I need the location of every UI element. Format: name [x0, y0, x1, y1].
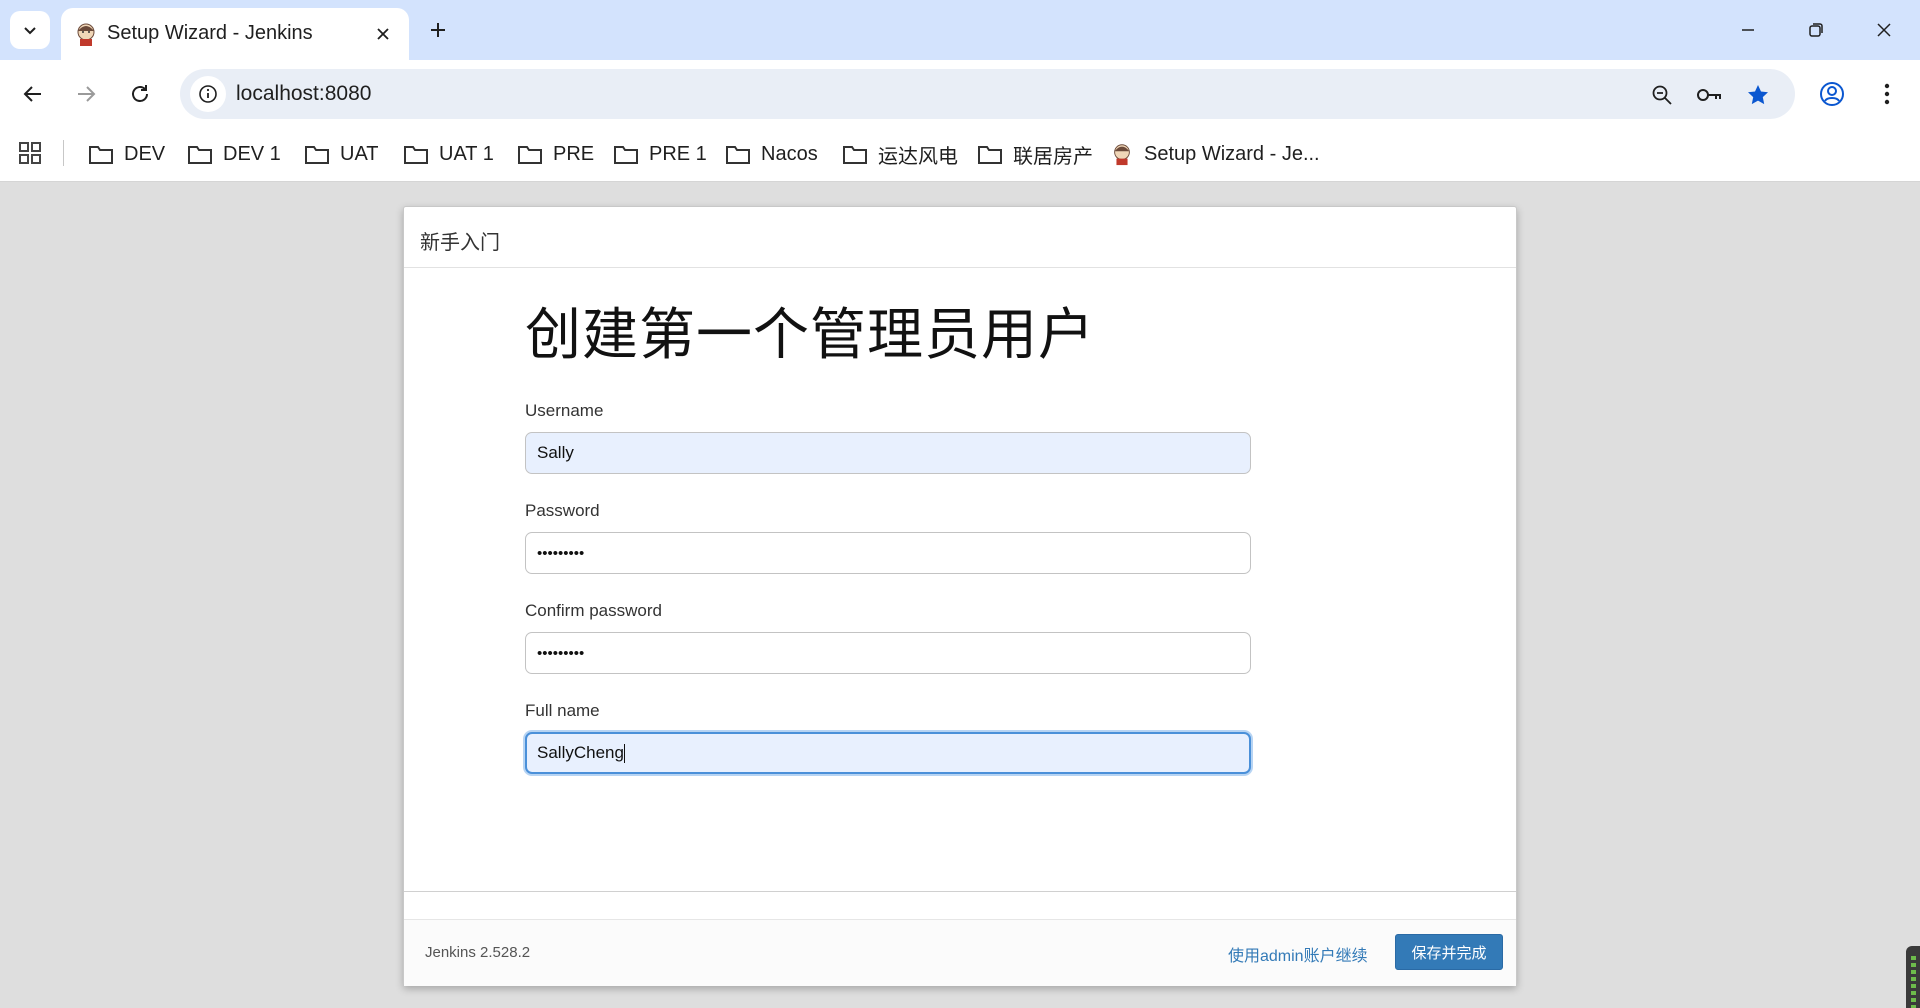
minimize-button[interactable] [1730, 14, 1766, 46]
password-field[interactable]: ••••••••• [525, 532, 1251, 574]
reload-icon [132, 85, 148, 102]
setup-wizard-dialog: 新手入门 创建第一个管理员用户 Username Sally Password … [403, 206, 1517, 986]
chevron-down-icon [24, 27, 36, 35]
text-cursor [623, 744, 625, 764]
password-manager-button[interactable] [1696, 81, 1724, 109]
full-name-value: SallyCheng [537, 743, 624, 762]
apps-grid-icon [19, 142, 41, 164]
arrow-left-icon [23, 86, 41, 102]
back-button[interactable] [15, 76, 51, 112]
folder-icon [305, 146, 329, 164]
bookmark-label: PRE [553, 142, 595, 165]
username-label: Username [525, 401, 604, 420]
bookmark-label: PRE 1 [649, 142, 707, 165]
bookmark-folder[interactable]: DEV [88, 138, 165, 170]
dialog-header: 新手入门 [404, 207, 1516, 268]
url-text: localhost:8080 [236, 82, 372, 105]
browser-toolbar: localhost:8080 [0, 60, 1920, 126]
jenkins-version: Jenkins 2.528.2 [425, 944, 531, 961]
window-close-button[interactable] [1866, 14, 1902, 46]
new-tab-button[interactable] [424, 16, 452, 44]
close-icon [1877, 23, 1891, 37]
confirm-password-value: ••••••••• [537, 645, 585, 662]
folder-icon [89, 146, 113, 164]
bookmark-folder[interactable]: Nacos [725, 138, 818, 170]
bookmark-folder[interactable]: DEV 1 [187, 138, 281, 170]
confirm-password-label: Confirm password [525, 601, 662, 620]
username-value: Sally [537, 443, 574, 462]
tab-title: Setup Wizard - Jenkins [107, 22, 313, 44]
key-icon [1697, 89, 1721, 101]
page-title: 创建第一个管理员用户 [525, 303, 1095, 366]
close-icon [377, 28, 389, 40]
bookmark-label: 运达风电 [878, 145, 958, 168]
folder-icon [518, 146, 542, 164]
apps-button[interactable] [16, 139, 44, 167]
bookmark-folder[interactable]: PRE [517, 138, 594, 170]
jenkins-icon [1114, 144, 1130, 166]
bookmark-folder[interactable]: 联居房产 [977, 138, 1093, 170]
folder-icon [188, 146, 212, 164]
arrow-right-icon [78, 86, 96, 102]
bookmarks-bar: DEV DEV 1 UAT UAT 1 PRE PRE 1 Nacos 运达风电… [0, 126, 1920, 182]
dialog-header-title: 新手入门 [420, 232, 500, 254]
zoom-button[interactable] [1648, 81, 1676, 109]
reload-button[interactable] [122, 76, 158, 112]
restore-button[interactable] [1798, 14, 1834, 46]
continue-as-admin-link[interactable]: 使用admin账户继续 [1228, 942, 1368, 966]
save-and-finish-button[interactable]: 保存并完成 [1395, 934, 1503, 970]
folder-icon [726, 146, 750, 164]
tab-strip: Setup Wizard - Jenkins [0, 0, 1920, 60]
bookmark-label: 联居房产 [1013, 145, 1093, 168]
account-circle-icon [1820, 82, 1844, 106]
folder-icon [404, 146, 428, 164]
username-field[interactable]: Sally [525, 432, 1251, 474]
bookmark-folder[interactable]: 运达风电 [842, 138, 958, 170]
star-icon [1748, 85, 1768, 105]
plus-icon [431, 23, 445, 37]
dialog-footer: Jenkins 2.528.2 使用admin账户继续 保存并完成 [404, 920, 1516, 986]
password-label: Password [525, 501, 600, 520]
site-info-button[interactable] [190, 76, 226, 112]
bookmark-label: UAT [340, 142, 379, 165]
active-tab[interactable]: Setup Wizard - Jenkins [61, 8, 409, 60]
more-vert-icon [1884, 83, 1890, 105]
password-value: ••••••••• [537, 545, 585, 562]
bookmark-folder[interactable]: UAT [304, 138, 379, 170]
bookmark-page[interactable]: Setup Wizard - Je... [1110, 138, 1320, 170]
bookmark-folder[interactable]: PRE 1 [613, 138, 707, 170]
zoom-out-icon [1652, 85, 1672, 105]
tab-close-button[interactable] [371, 22, 395, 46]
forward-button[interactable] [68, 76, 104, 112]
address-bar[interactable]: localhost:8080 [180, 69, 1795, 119]
dialog-divider [404, 891, 1516, 892]
confirm-password-field[interactable]: ••••••••• [525, 632, 1251, 674]
minimize-icon [1742, 29, 1754, 31]
bookmark-folder[interactable]: UAT 1 [403, 138, 494, 170]
bookmark-star-button[interactable] [1744, 81, 1772, 109]
bookmark-label: UAT 1 [439, 142, 494, 165]
full-name-label: Full name [525, 701, 600, 720]
profile-button[interactable] [1815, 77, 1849, 111]
bookmarks-separator [63, 140, 64, 166]
info-icon [199, 85, 217, 103]
browser-menu-button[interactable] [1870, 77, 1904, 111]
restore-icon [1809, 23, 1823, 37]
tab-search-button[interactable] [10, 11, 50, 49]
bookmark-label: Nacos [761, 142, 818, 165]
page-viewport: 新手入门 创建第一个管理员用户 Username Sally Password … [0, 182, 1920, 1008]
bookmark-label: DEV [124, 142, 166, 165]
folder-icon [978, 146, 1002, 164]
side-widget-handle[interactable] [1906, 946, 1920, 1008]
folder-icon [843, 146, 867, 164]
create-admin-form: 创建第一个管理员用户 Username Sally Password •••••… [525, 307, 1251, 801]
bookmark-label: DEV 1 [223, 142, 281, 165]
jenkins-icon [77, 23, 95, 46]
bookmark-label: Setup Wizard - Je... [1144, 142, 1320, 165]
folder-icon [614, 146, 638, 164]
full-name-field[interactable]: SallyCheng [525, 732, 1251, 774]
